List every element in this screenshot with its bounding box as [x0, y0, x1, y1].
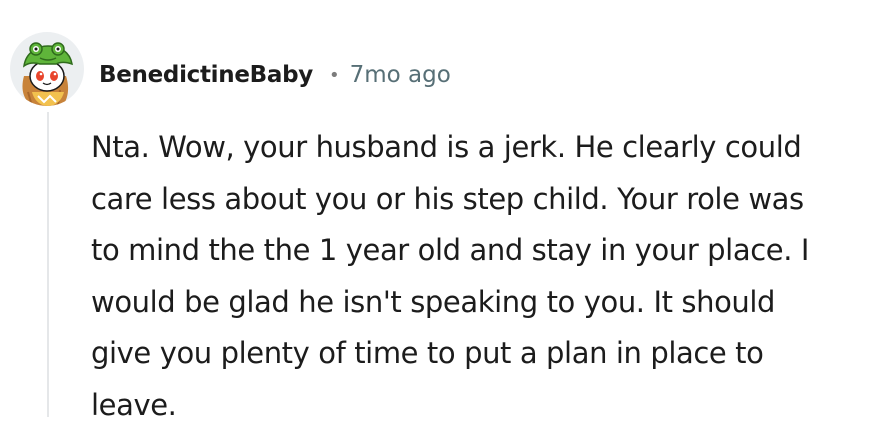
comment-header: BenedictineBaby • 7mo ago — [99, 55, 451, 95]
meta-separator: • — [328, 64, 340, 86]
user-avatar[interactable] — [10, 32, 84, 106]
comment-timestamp[interactable]: 7mo ago — [350, 62, 451, 88]
comment-body: Nta. Wow, your husband is a jerk. He cle… — [91, 130, 809, 422]
author-username[interactable]: BenedictineBaby — [99, 62, 313, 88]
thread-line[interactable] — [47, 112, 49, 417]
snoo-avatar-icon — [22, 42, 73, 106]
